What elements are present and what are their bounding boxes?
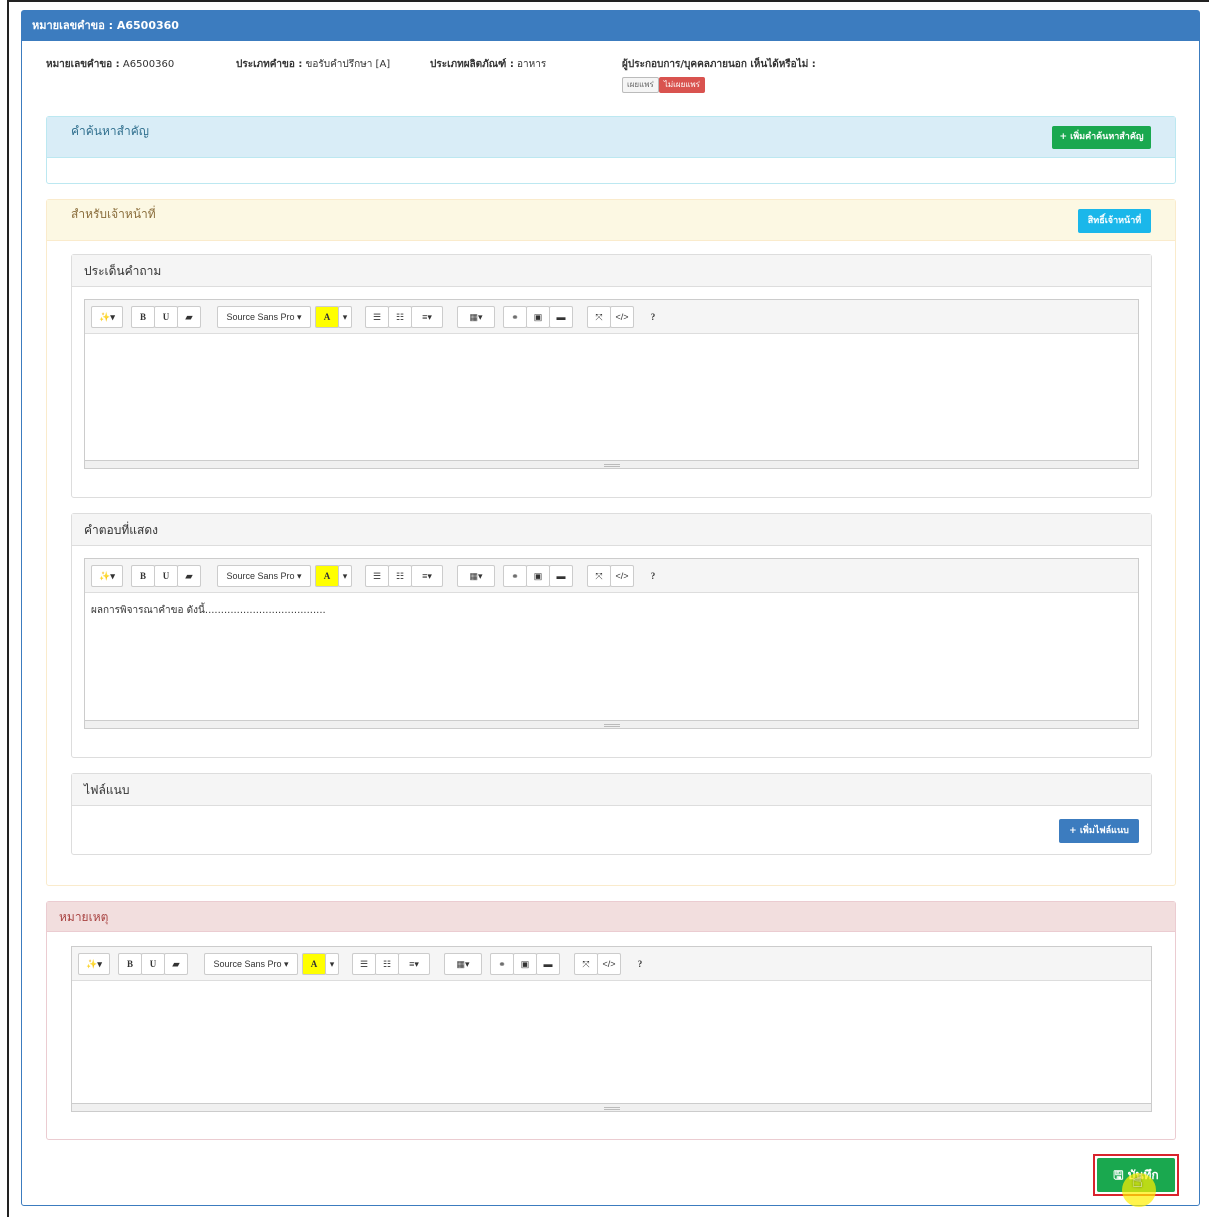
font-color-caret[interactable]: ▾ <box>338 565 352 587</box>
answer-toolbar: ✨▾ B U ▰ Source Sans Pro ▾ A ▾ ☰ ☷ ≡▾ ▦▾… <box>85 559 1138 593</box>
ordered-list-button[interactable]: ☷ <box>375 953 399 975</box>
product-type-value: อาหาร <box>517 59 547 70</box>
picture-button[interactable]: ▣ <box>526 565 550 587</box>
unordered-list-button[interactable]: ☰ <box>352 953 376 975</box>
question-resize-bar[interactable] <box>85 460 1138 468</box>
remarks-resize-bar[interactable] <box>72 1103 1151 1111</box>
question-toolbar: ✨▾ B U ▰ Source Sans Pro ▾ A ▾ ☰ ☷ ≡▾ ▦▾… <box>85 300 1138 334</box>
bold-button[interactable]: B <box>118 953 142 975</box>
not-publish-badge[interactable]: ไม่เผยแพร่ <box>658 77 705 93</box>
video-button[interactable]: ▬ <box>536 953 560 975</box>
help-button[interactable]: ? <box>641 565 665 587</box>
add-attachment-button[interactable]: + เพิ่มไฟล์แนบ <box>1059 819 1139 843</box>
table-button[interactable]: ▦▾ <box>457 565 495 587</box>
paragraph-button[interactable]: ≡▾ <box>411 306 443 328</box>
officer-title: สำหรับเจ้าหน้าที่ <box>47 200 1175 241</box>
help-button[interactable]: ? <box>641 306 665 328</box>
font-color-caret[interactable]: ▾ <box>338 306 352 328</box>
picture-button[interactable]: ▣ <box>513 953 537 975</box>
font-color-button[interactable]: A <box>302 953 326 975</box>
font-family-button[interactable]: Source Sans Pro ▾ <box>217 565 311 587</box>
meta-visibility: ผู้ประกอบการ/บุคคลภายนอก เห็นได้หรือไม่ … <box>622 57 816 72</box>
code-view-button[interactable]: </> <box>610 565 634 587</box>
link-button[interactable]: ⚭ <box>503 565 527 587</box>
answer-editor: ✨▾ B U ▰ Source Sans Pro ▾ A ▾ ☰ ☷ ≡▾ ▦▾… <box>84 558 1139 729</box>
remarks-panel: หมายเหตุ ✨▾ B U ▰ Source Sans Pro ▾ A ▾ … <box>46 901 1176 1140</box>
video-button[interactable]: ▬ <box>549 565 573 587</box>
eraser-button[interactable]: ▰ <box>164 953 188 975</box>
question-editor-content[interactable] <box>85 334 1138 460</box>
answer-title: คำตอบที่แสดง <box>72 514 1151 546</box>
remarks-toolbar: ✨▾ B U ▰ Source Sans Pro ▾ A ▾ ☰ ☷ ≡▾ ▦▾… <box>72 947 1151 981</box>
keywords-panel: คำค้นหาสำคัญ + เพิ่มคำค้นหาสำคัญ <box>46 116 1176 184</box>
card-title: หมายเลขคำขอ : A6500360 <box>22 11 1199 41</box>
remarks-editor: ✨▾ B U ▰ Source Sans Pro ▾ A ▾ ☰ ☷ ≡▾ ▦▾… <box>71 946 1152 1112</box>
eraser-button[interactable]: ▰ <box>177 306 201 328</box>
link-button[interactable]: ⚭ <box>503 306 527 328</box>
visibility-badges: เผยแพร่ ไม่เผยแพร่ <box>622 77 705 93</box>
font-family-button[interactable]: Source Sans Pro ▾ <box>204 953 298 975</box>
underline-button[interactable]: U <box>154 565 178 587</box>
fullscreen-button[interactable]: ⤧ <box>574 953 598 975</box>
help-button[interactable]: ? <box>628 953 652 975</box>
fullscreen-button[interactable]: ⤧ <box>587 565 611 587</box>
answer-section: คำตอบที่แสดง ✨▾ B U ▰ Source Sans Pro ▾ … <box>71 513 1152 758</box>
picture-button[interactable]: ▣ <box>526 306 550 328</box>
code-view-button[interactable]: </> <box>597 953 621 975</box>
bold-button[interactable]: B <box>131 306 155 328</box>
request-no-label: หมายเลขคำขอ : <box>46 59 120 70</box>
meta-product-type: ประเภทผลิตภัณฑ์ : อาหาร <box>430 57 546 72</box>
paragraph-button[interactable]: ≡▾ <box>411 565 443 587</box>
underline-button[interactable]: U <box>154 306 178 328</box>
request-card: หมายเลขคำขอ : A6500360 หมายเลขคำขอ : A65… <box>21 10 1200 1207</box>
remarks-editor-content[interactable] <box>72 981 1151 1103</box>
keywords-title: คำค้นหาสำคัญ <box>47 117 1175 158</box>
hand-cursor-icon: ☝ <box>1132 1171 1143 1192</box>
question-title: ประเด็นคำถาม <box>72 255 1151 287</box>
officer-rights-button[interactable]: สิทธิ์เจ้าหน้าที่ <box>1078 209 1151 233</box>
remarks-title: หมายเหตุ <box>47 902 1175 932</box>
publish-badge[interactable]: เผยแพร่ <box>622 77 659 93</box>
officer-panel: สำหรับเจ้าหน้าที่ สิทธิ์เจ้าหน้าที่ ประเ… <box>46 199 1176 886</box>
meta-request-type: ประเภทคำขอ : ขอรับคำปรึกษา [A] <box>236 57 390 72</box>
table-button[interactable]: ▦▾ <box>457 306 495 328</box>
magic-style-button[interactable]: ✨▾ <box>78 953 110 975</box>
code-view-button[interactable]: </> <box>610 306 634 328</box>
add-keyword-button[interactable]: + เพิ่มคำค้นหาสำคัญ <box>1052 126 1151 149</box>
font-family-button[interactable]: Source Sans Pro ▾ <box>217 306 311 328</box>
screen-left-border <box>7 0 9 1217</box>
unordered-list-button[interactable]: ☰ <box>365 565 389 587</box>
question-section: ประเด็นคำถาม ✨▾ B U ▰ Source Sans Pro ▾ … <box>71 254 1152 498</box>
screen-top-border <box>7 0 1209 2</box>
paragraph-button[interactable]: ≡▾ <box>398 953 430 975</box>
request-type-value: ขอรับคำปรึกษา [A] <box>305 59 391 70</box>
visibility-label: ผู้ประกอบการ/บุคคลภายนอก เห็นได้หรือไม่ … <box>622 59 816 70</box>
meta-request-no: หมายเลขคำขอ : A6500360 <box>46 57 174 72</box>
ordered-list-button[interactable]: ☷ <box>388 306 412 328</box>
link-button[interactable]: ⚭ <box>490 953 514 975</box>
table-button[interactable]: ▦▾ <box>444 953 482 975</box>
ordered-list-button[interactable]: ☷ <box>388 565 412 587</box>
video-button[interactable]: ▬ <box>549 306 573 328</box>
attachments-section: ไฟล์แนบ + เพิ่มไฟล์แนบ <box>71 773 1152 855</box>
unordered-list-button[interactable]: ☰ <box>365 306 389 328</box>
attachments-title: ไฟล์แนบ <box>72 774 1151 806</box>
font-color-button[interactable]: A <box>315 565 339 587</box>
question-editor: ✨▾ B U ▰ Source Sans Pro ▾ A ▾ ☰ ☷ ≡▾ ▦▾… <box>84 299 1139 469</box>
fullscreen-button[interactable]: ⤧ <box>587 306 611 328</box>
answer-editor-content[interactable]: ผลการพิจารณาคำขอ ดังนี้.................… <box>85 593 1138 719</box>
request-type-label: ประเภทคำขอ : <box>236 59 303 70</box>
font-color-caret[interactable]: ▾ <box>325 953 339 975</box>
magic-style-button[interactable]: ✨▾ <box>91 306 123 328</box>
bold-button[interactable]: B <box>131 565 155 587</box>
underline-button[interactable]: U <box>141 953 165 975</box>
magic-style-button[interactable]: ✨▾ <box>91 565 123 587</box>
font-color-button[interactable]: A <box>315 306 339 328</box>
answer-resize-bar[interactable] <box>85 720 1138 728</box>
eraser-button[interactable]: ▰ <box>177 565 201 587</box>
product-type-label: ประเภทผลิตภัณฑ์ : <box>430 59 514 70</box>
request-no-value: A6500360 <box>122 59 175 70</box>
